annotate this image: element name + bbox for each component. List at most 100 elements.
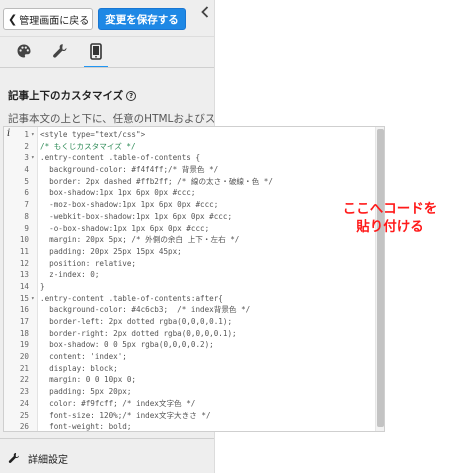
line-number: 7 [24, 200, 29, 210]
line-number: 4 [24, 165, 29, 175]
line-number: 9 [24, 223, 29, 233]
code-line[interactable]: 26 font-weight: bold; [4, 421, 376, 432]
code-line[interactable]: 1 ▾ <style type="text/css"> [4, 129, 376, 141]
code-lines: 1 ▾ <style type="text/css"> 2/* もくじカスタマイズ *… [4, 129, 376, 432]
code-text: font-weight: bold; [40, 422, 132, 432]
back-to-admin-button[interactable]: ❮ 管理画面に戻る [3, 8, 93, 30]
code-line[interactable]: 5 border: 2px dashed #ffb2ff; /* 線の太さ・破線… [4, 176, 376, 188]
editor-scrollbar[interactable] [375, 127, 384, 431]
fold-arrow-icon[interactable]: ▾ [31, 152, 35, 164]
code-line[interactable]: 13 z-index: 0; [4, 269, 376, 281]
code-text: } [40, 281, 45, 291]
code-line[interactable]: 10 margin: 20px 5px; /* 外側の余白 上下・左右 */ [4, 234, 376, 246]
code-line[interactable]: 12 position: relative; [4, 258, 376, 270]
line-number: 12 [19, 258, 29, 268]
line-number: 20 [19, 352, 29, 362]
line-number: 17 [19, 317, 29, 326]
back-button-label: 管理画面に戻る [19, 15, 90, 27]
line-number: 21 [19, 363, 29, 373]
footer-divider [0, 438, 214, 439]
save-changes-button[interactable]: 変更を保存する [98, 8, 186, 30]
code-line[interactable]: 6 box-shadow:1px 1px 6px 0px #ccc; [4, 187, 376, 199]
code-line[interactable]: 2 /* もくじカスタマイズ */ [4, 141, 376, 153]
code-text: border: 2px dashed #ffb2ff; /* 線の太さ・破線・色… [40, 176, 273, 186]
line-number: 1 [24, 130, 29, 139]
code-text: -moz-box-shadow:1px 1px 6px 0px #ccc; [40, 200, 219, 210]
code-line[interactable]: 9 -o-box-shadow:1px 1px 6px 0px #ccc; [4, 223, 376, 235]
code-text: /* もくじカスタマイズ */ [40, 141, 136, 151]
line-number: 3 [24, 153, 29, 163]
code-text: position: relative; [40, 258, 137, 268]
line-number: 15 [19, 293, 29, 303]
code-text: background-color: #f4f4ff;/* 背景色 */ [40, 165, 219, 175]
code-line[interactable]: 20 content: 'index'; [4, 351, 376, 363]
code-line[interactable]: 25 font-size: 120%;/* index文字大きさ */ [4, 410, 376, 422]
line-number: 5 [24, 176, 29, 186]
line-number: 13 [19, 270, 29, 280]
line-number: 19 [19, 340, 29, 350]
code-line[interactable]: 16 background-color: #4c6cb3; /* index背景… [4, 304, 376, 316]
line-number: 16 [19, 305, 29, 315]
code-text: box-shadow: 0 0 5px rgba(0,0,0,0.2); [40, 340, 214, 350]
scrollbar-thumb[interactable] [377, 129, 384, 427]
code-line[interactable]: 15 ▾ .entry-content .table-of-contents:aft… [4, 293, 376, 305]
line-number: 8 [24, 211, 29, 221]
code-line[interactable]: 4 background-color: #f4f4ff;/* 背景色 */ [4, 164, 376, 176]
code-line[interactable]: 18 border-right: 2px dotted rgba(0,0,0,0… [4, 328, 376, 340]
tab-mobile[interactable] [82, 37, 110, 68]
code-text: -o-box-shadow:1px 1px 6px 0px #ccc; [40, 223, 210, 233]
line-number: 11 [19, 246, 29, 256]
line-number: 18 [19, 328, 29, 338]
code-text: <style type="text/css"> [40, 130, 146, 139]
device-tabs [0, 37, 214, 68]
code-line[interactable]: 3 ▾ .entry-content .table-of-contents { [4, 152, 376, 164]
customizer-header: ❮ 管理画面に戻る 変更を保存する [0, 0, 214, 37]
code-text: margin: 20px 5px; /* 外側の余白 上下・左右 */ [40, 235, 240, 245]
code-line[interactable]: 14} [4, 281, 376, 293]
line-number: 22 [19, 375, 29, 385]
code-text: -webkit-box-shadow:1px 1px 6px 0px #ccc; [40, 211, 233, 221]
code-text: border-right: 2px dotted rgba(0,0,0,0.1)… [40, 328, 237, 338]
code-line[interactable]: 24 color: #f9fcff; /* index文字色 */ [4, 398, 376, 410]
paste-code-annotation: ここへコードを 貼り付ける [340, 200, 440, 236]
code-line[interactable]: 22 margin: 0 0 10px 0; [4, 374, 376, 386]
code-line[interactable]: 11 padding: 20px 25px 15px 45px; [4, 246, 376, 258]
code-text: box-shadow:1px 1px 6px 0px #ccc; [40, 188, 196, 198]
line-number: 14 [19, 281, 29, 291]
code-editor[interactable]: i 1 ▾ <style type="text/css"> 2/* もくじカスタマイズ… [3, 126, 385, 432]
code-line[interactable]: 8 -webkit-box-shadow:1px 1px 6px 0px #cc… [4, 211, 376, 223]
wrench-icon [8, 452, 20, 464]
code-line[interactable]: 19 box-shadow: 0 0 5px rgba(0,0,0,0.2); [4, 339, 376, 351]
code-text: font-size: 120%;/* index文字大きさ */ [40, 410, 211, 420]
wrench-icon [53, 44, 67, 58]
section-title-text: 記事上下のカスタマイズ [8, 90, 124, 102]
code-line[interactable]: 21 display: block; [4, 363, 376, 375]
code-text: content: 'index'; [40, 352, 127, 362]
code-text: display: block; [40, 363, 118, 373]
code-line[interactable]: 7 -moz-box-shadow:1px 1px 6px 0px #ccc; [4, 199, 376, 211]
line-number: 10 [19, 235, 29, 245]
tab-settings[interactable] [46, 37, 74, 65]
fold-arrow-icon[interactable]: ▾ [31, 129, 35, 141]
annotation-line-1: ここへコードを [342, 201, 438, 217]
code-text: margin: 0 0 10px 0; [40, 375, 137, 385]
line-number: 2 [24, 141, 29, 151]
line-number: 6 [24, 188, 29, 198]
tab-palette[interactable] [10, 37, 38, 65]
code-line[interactable]: 23 padding: 5px 20px; [4, 386, 376, 398]
palette-icon [17, 44, 31, 58]
collapse-panel-button[interactable] [195, 0, 214, 24]
code-text: color: #f9fcff; /* index文字色 */ [40, 398, 196, 408]
code-text: .entry-content .table-of-contents { [40, 153, 201, 163]
advanced-settings-link[interactable]: 詳細設定 [0, 446, 214, 470]
code-text: border-left: 2px dotted rgba(0,0,0,0.1); [40, 317, 233, 326]
section-title: 記事上下のカスタマイズ? [8, 88, 137, 103]
code-text: z-index: 0; [40, 270, 100, 280]
help-icon[interactable]: ? [126, 91, 137, 101]
code-line[interactable]: 17 border-left: 2px dotted rgba(0,0,0,0.… [4, 316, 376, 328]
fold-arrow-icon[interactable]: ▾ [31, 293, 35, 305]
tabs-divider [0, 67, 214, 68]
code-text: padding: 20px 25px 15px 45px; [40, 246, 182, 256]
code-text: padding: 5px 20px; [40, 387, 132, 397]
line-number: 24 [19, 398, 29, 408]
